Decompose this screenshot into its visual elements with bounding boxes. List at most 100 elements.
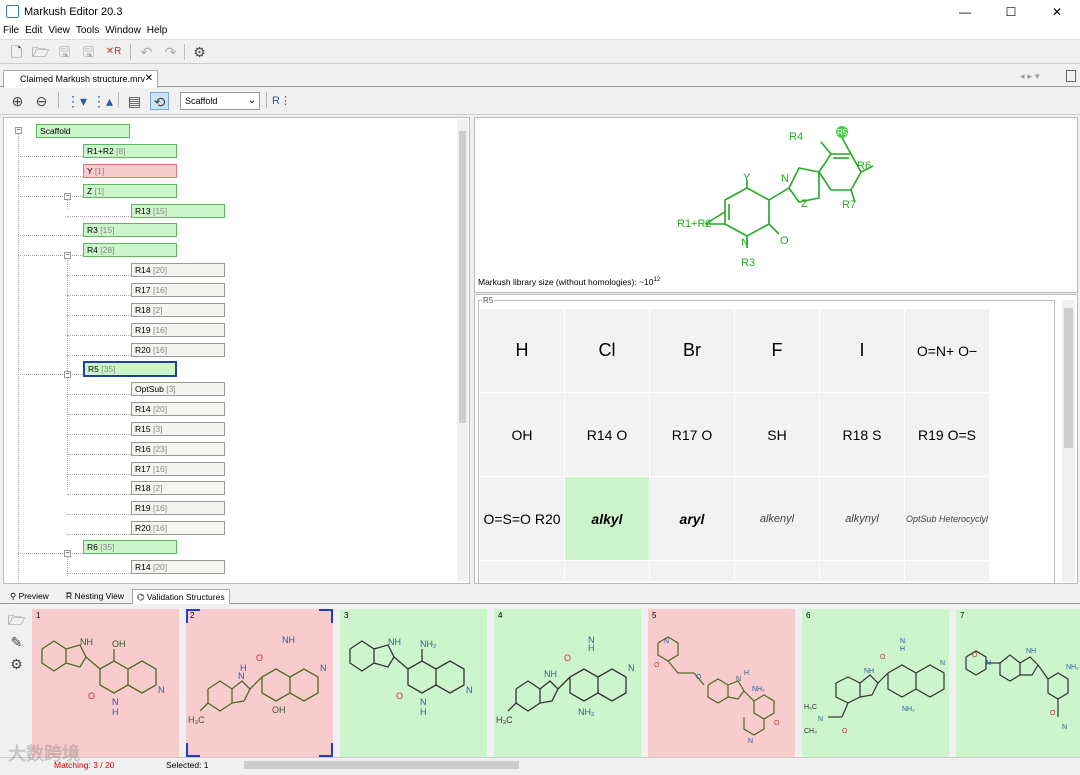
rgroup-cell[interactable]: Cl: [565, 309, 649, 392]
rgroup-cell[interactable]: SH: [735, 393, 819, 476]
tree-node-selected[interactable]: R5 [35]: [83, 361, 177, 377]
scaffold-view-icon[interactable]: ⟲: [150, 92, 169, 110]
collapse-toggle-icon[interactable]: −: [64, 252, 71, 259]
maximize-panel-icon[interactable]: [1066, 70, 1076, 82]
tree-node[interactable]: R17 [16]: [131, 283, 225, 297]
menu-edit[interactable]: Edit: [22, 24, 45, 36]
settings-gear-icon[interactable]: ⚙: [190, 43, 209, 61]
zoom-in-icon[interactable]: ⊕: [8, 92, 27, 110]
validation-card[interactable]: 6 N H NH NH₂ N N O O H₃C CH₃: [802, 609, 949, 757]
collapse-all-icon[interactable]: ⋮▴: [92, 92, 113, 110]
menu-file[interactable]: File: [0, 24, 22, 36]
tree-node-scaffold[interactable]: Scaffold: [36, 124, 130, 138]
close-button[interactable]: ✕: [1034, 0, 1080, 24]
close-tab-icon[interactable]: ✕: [145, 73, 153, 84]
save-all-icon[interactable]: 🖫: [79, 43, 98, 61]
rgroup-cell[interactable]: [650, 561, 734, 581]
validation-card-selected[interactable]: 2 N H NH N O OH H₃C: [186, 609, 333, 757]
tree-node[interactable]: R14 [20]: [131, 263, 225, 277]
tab-nesting-view[interactable]: R̅ Nesting View: [62, 589, 128, 604]
scaffold-dropdown[interactable]: Scaffold ⌄: [180, 92, 260, 110]
collapse-toggle-icon[interactable]: −: [64, 550, 71, 557]
tree-node[interactable]: OptSub [3]: [131, 382, 225, 396]
save-icon[interactable]: 🖫: [55, 43, 74, 61]
tree-node[interactable]: R20 [16]: [131, 521, 225, 535]
tab-preview[interactable]: ⚲ Preview: [6, 589, 53, 604]
rgroup-cell[interactable]: [735, 561, 819, 581]
tree-node[interactable]: R14 [20]: [131, 560, 225, 574]
rgroup-cell-selected[interactable]: alkyl: [565, 477, 649, 560]
tab-scroll-arrows-icon[interactable]: ◂▸▾: [1020, 71, 1043, 82]
rgroup-cell[interactable]: R17 O: [650, 393, 734, 476]
rgroup-cell[interactable]: aryl: [650, 477, 734, 560]
menu-view[interactable]: View: [45, 24, 73, 36]
rgroup-remove-icon[interactable]: ✕R: [104, 43, 123, 61]
tree-node[interactable]: R20 [16]: [131, 343, 225, 357]
collapse-toggle-icon[interactable]: −: [64, 193, 71, 200]
rgroup-cell[interactable]: O=S=O R20: [480, 477, 564, 560]
tree-node[interactable]: R16 [23]: [131, 442, 225, 456]
svg-text:O: O: [1050, 710, 1056, 717]
minimize-button[interactable]: —: [942, 0, 988, 24]
tree-node[interactable]: R6 [35]: [83, 540, 177, 554]
rgroup-cell[interactable]: O=N+ O−: [905, 309, 989, 392]
rgroup-cell[interactable]: OH: [480, 393, 564, 476]
maximize-button[interactable]: ☐: [988, 0, 1034, 24]
rgroup-cell[interactable]: OptSub Heterocyclyl: [905, 477, 989, 560]
tree-node[interactable]: R14 [20]: [131, 402, 225, 416]
cards-scrollbar-thumb[interactable]: [244, 761, 519, 769]
tab-validation-structures[interactable]: ⌬ Validation Structures: [132, 589, 230, 604]
edit-icon[interactable]: ✎: [7, 633, 26, 651]
validation-card[interactable]: 7 OO N NH NH₂ N: [956, 609, 1080, 757]
rgroup-cell[interactable]: F: [735, 309, 819, 392]
tree-node[interactable]: R3 [15]: [83, 223, 177, 237]
undo-icon[interactable]: ↶: [137, 43, 156, 61]
menu-window[interactable]: Window: [102, 24, 144, 36]
validation-card[interactable]: 5 N O N H NH₂ N O O: [648, 609, 795, 757]
rgroup-cell[interactable]: alkynyl: [820, 477, 904, 560]
tree-node[interactable]: R18 [2]: [131, 481, 225, 495]
open-folder-icon[interactable]: 🗁: [7, 611, 26, 629]
validation-card[interactable]: 3 NH NH₂ N H N O: [340, 609, 487, 757]
redo-icon[interactable]: ↷: [161, 43, 180, 61]
rgroup-cell[interactable]: R19 O=S: [905, 393, 989, 476]
validation-card[interactable]: 4 NH N H N NH₂ O H₃C: [494, 609, 641, 757]
tree-node[interactable]: R13 [15]: [131, 204, 225, 218]
collapse-toggle-icon[interactable]: −: [64, 371, 71, 378]
tree-node[interactable]: R19 [16]: [131, 501, 225, 515]
tree-node[interactable]: R19 [16]: [131, 323, 225, 337]
rgroup-list-button[interactable]: R⋮: [272, 92, 291, 110]
rgroup-cell[interactable]: [480, 561, 564, 581]
rgroup-cell[interactable]: Br: [650, 309, 734, 392]
tree-node[interactable]: Y [1]: [83, 164, 177, 178]
validation-card[interactable]: 1 NH OH O N H N: [32, 609, 179, 757]
menu-bar: File Edit View Tools Window Help: [0, 24, 1080, 40]
tree-node[interactable]: R1+R2 [8]: [83, 144, 177, 158]
tree-node[interactable]: R15 [3]: [131, 422, 225, 436]
menu-tools[interactable]: Tools: [73, 24, 102, 36]
rgroup-cell[interactable]: H: [480, 309, 564, 392]
document-tab[interactable]: Claimed Markush structure.mrv ✕: [3, 70, 158, 88]
rgroup-scrollbar-thumb[interactable]: [1064, 308, 1073, 448]
new-file-icon[interactable]: 🗋: [7, 43, 26, 61]
rgroup-cell[interactable]: alkenyl: [735, 477, 819, 560]
tree-node[interactable]: R4 [28]: [83, 243, 177, 257]
tree-node[interactable]: R17 [16]: [131, 462, 225, 476]
expand-all-icon[interactable]: ⋮▾: [66, 92, 87, 110]
zoom-out-icon[interactable]: ⊖: [32, 92, 51, 110]
rgroup-cell[interactable]: [905, 561, 989, 581]
rgroup-cell[interactable]: R14 O: [565, 393, 649, 476]
tree-node[interactable]: Z [1]: [83, 184, 177, 198]
tree-node[interactable]: R18 [2]: [131, 303, 225, 317]
rgroup-cell[interactable]: R18 S: [820, 393, 904, 476]
tree-scrollbar-thumb[interactable]: [459, 131, 466, 423]
open-folder-icon[interactable]: 🗁: [31, 43, 50, 61]
menu-help[interactable]: Help: [144, 24, 171, 36]
layout-icon[interactable]: ▤: [125, 92, 144, 110]
settings-gear-icon[interactable]: ⚙: [7, 655, 26, 673]
rgroup-cell[interactable]: [565, 561, 649, 581]
rgroup-cell[interactable]: [820, 561, 904, 581]
collapse-toggle-icon[interactable]: −: [15, 127, 22, 134]
svg-text:N: N: [320, 663, 327, 673]
rgroup-cell[interactable]: I: [820, 309, 904, 392]
